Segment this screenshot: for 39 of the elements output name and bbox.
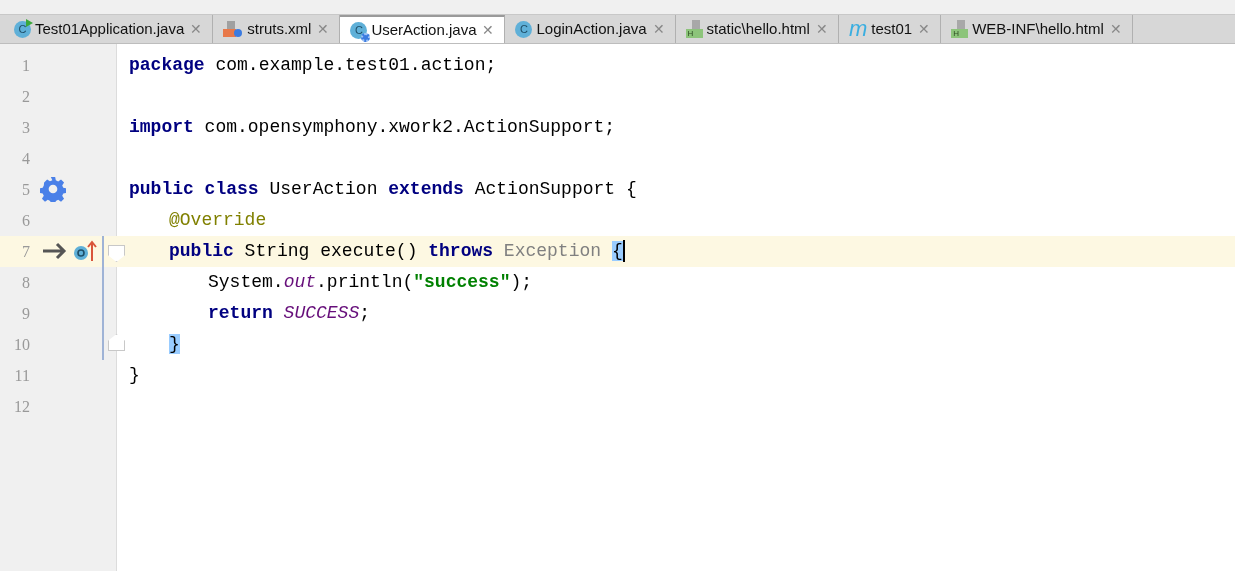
line-number: 12 (13, 396, 30, 417)
class-icon: C (350, 21, 368, 39)
code-line: return SUCCESS; (208, 302, 371, 325)
tab-label: WEB-INF\hello.html (972, 18, 1104, 39)
close-icon[interactable]: ✕ (482, 19, 495, 41)
fold-marker[interactable] (108, 334, 125, 351)
arrow-icon (42, 242, 68, 260)
line-number: 11 (13, 365, 30, 386)
line-number: 6 (21, 210, 30, 231)
line-number: 4 (21, 148, 30, 169)
tab-label: UserAction.java (371, 19, 477, 40)
code-line: package com.example.test01.action; (129, 54, 497, 77)
override-method-icon (73, 240, 97, 262)
code-line: import com.opensymphony.xwork2.ActionSupport; (129, 116, 616, 139)
line-number: 7 (21, 241, 30, 262)
fold-marker[interactable] (108, 245, 125, 262)
class-icon: C (14, 20, 31, 38)
line-number: 5 (21, 179, 30, 200)
code-line: @Override (169, 209, 267, 232)
line-number: 8 (21, 272, 30, 293)
line-number: 3 (21, 117, 30, 138)
code-line: System.out.println("success"); (208, 271, 533, 294)
maven-icon: m (848, 18, 868, 40)
tab-label: Test01Application.java (35, 18, 185, 39)
xml-file-icon (223, 20, 244, 38)
tab-label: test01 (871, 18, 913, 39)
line-number: 1 (21, 55, 30, 76)
code-line: public String execute() throws Exception { (169, 239, 625, 265)
class-icon: C (515, 20, 533, 38)
code-line: public class UserAction extends ActionSupport { (129, 178, 637, 201)
tab-label: static\hello.html (706, 18, 810, 39)
code-line: } (129, 364, 140, 387)
line-number: 10 (13, 334, 30, 355)
tab-label: struts.xml (247, 18, 312, 39)
gear-icon (40, 176, 66, 202)
line-number: 2 (21, 86, 30, 107)
editor-tab[interactable]: C UserAction.java ✕ (340, 15, 506, 43)
tab-label: LoginAction.java (536, 18, 647, 39)
line-number: 9 (21, 303, 30, 324)
